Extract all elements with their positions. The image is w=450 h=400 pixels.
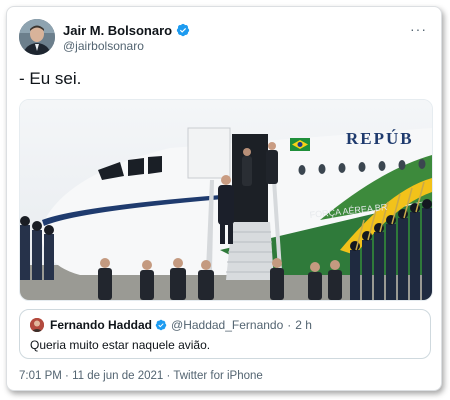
quoted-author-avatar [30, 318, 44, 332]
tweet-time[interactable]: 7:01 PM [19, 370, 62, 382]
author-avatar[interactable] [19, 19, 55, 55]
verified-badge-icon [155, 319, 167, 331]
quoted-author-handle: @Haddad_Fernando [171, 318, 284, 332]
quoted-time: 2 h [295, 318, 312, 332]
airplane-photo: REPÚB FORÇA AÉREA BR [20, 100, 432, 300]
avatar-photo [19, 19, 55, 55]
separator-dot: · [61, 370, 73, 382]
tweet-image[interactable]: REPÚB FORÇA AÉREA BR [19, 99, 433, 301]
separator-dot: · [287, 318, 292, 332]
separator-dot: · [163, 370, 174, 382]
quoted-author-name: Fernando Haddad [50, 318, 153, 332]
tweet-text: - Eu sei. [19, 69, 82, 88]
author-handle[interactable]: @jairbolsonaro [63, 39, 144, 53]
more-options-icon[interactable]: ··· [410, 21, 427, 37]
tweet-source[interactable]: Twitter for iPhone [173, 370, 262, 382]
verified-badge-icon [176, 23, 190, 37]
tweet-card: Jair M. Bolsonaro @jairbolsonaro ··· - E… [6, 6, 442, 391]
tweet-date[interactable]: 11 de jun de 2021 [72, 370, 163, 382]
quoted-tweet-text: Queria muito estar naquele avião. [30, 338, 211, 352]
tweet-metadata: 7:01 PM · 11 de jun de 2021 · Twitter fo… [19, 370, 263, 382]
quoted-tweet[interactable]: Fernando Haddad @Haddad_Fernando · 2 h Q… [19, 309, 431, 359]
author-name[interactable]: Jair M. Bolsonaro [63, 23, 172, 38]
plane-text-republic: REPÚB [346, 129, 414, 148]
